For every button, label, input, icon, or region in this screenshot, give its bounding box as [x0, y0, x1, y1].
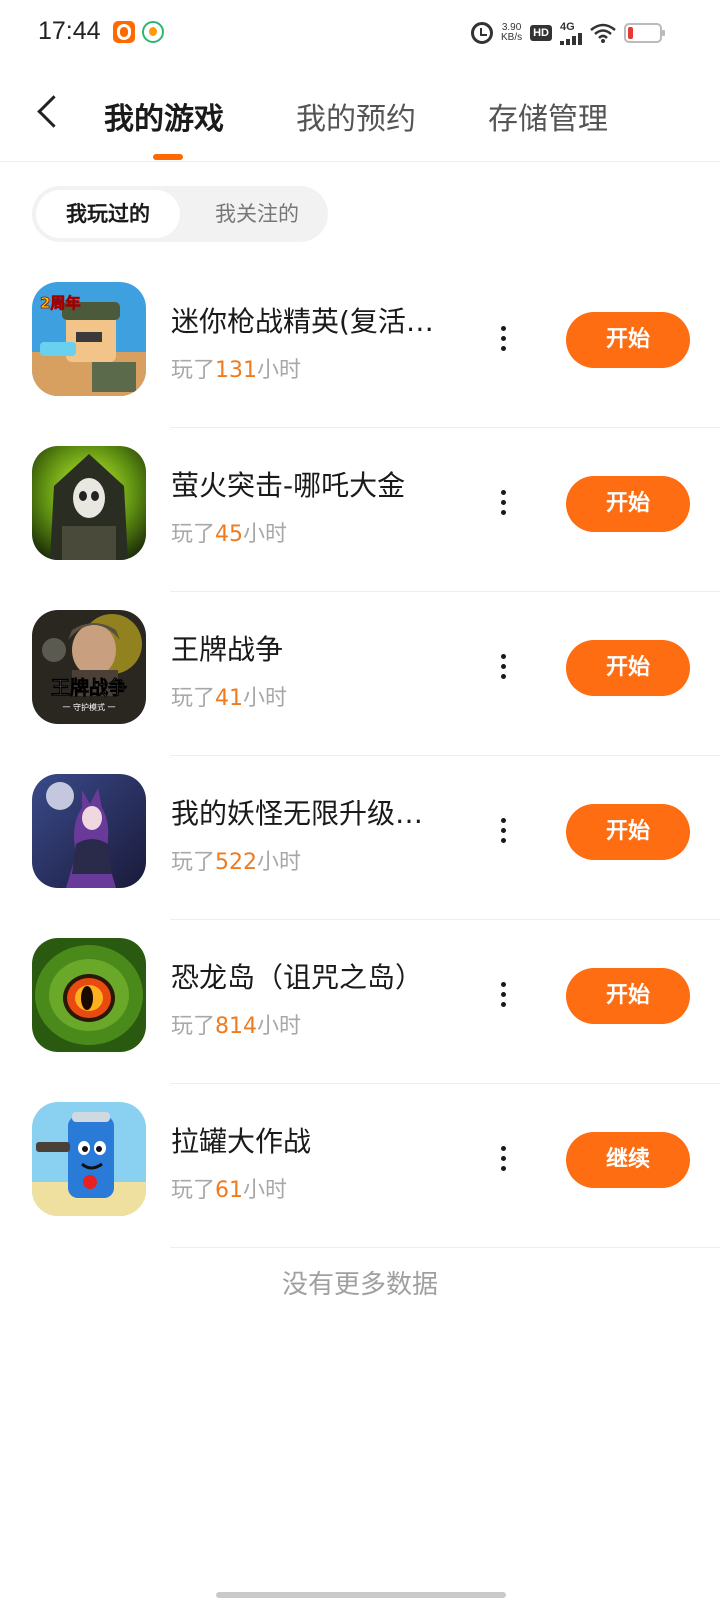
game-name: 迷你枪战精英(复活… — [171, 305, 434, 338]
game-icon-dino-island[interactable] — [32, 938, 146, 1052]
game-icon-mini-gunfight[interactable]: 2周年 — [32, 282, 146, 396]
icon-badge-text: 2周年 — [40, 294, 80, 312]
no-more-data-text: 没有更多数据 — [281, 1270, 438, 1300]
game-name: 王牌战争 — [171, 633, 284, 666]
more-options-icon[interactable] — [494, 324, 514, 354]
signal-icon: 4G — [560, 21, 582, 45]
start-button[interactable]: 开始 — [566, 968, 690, 1024]
battery-icon — [624, 23, 665, 43]
more-options-icon[interactable] — [494, 1144, 514, 1174]
status-icons: 3.90 KB/s HD 4G — [470, 20, 665, 46]
game-name: 恐龙岛（诅咒之岛） — [171, 961, 424, 994]
play-time: 玩了61小时 — [171, 1178, 288, 1203]
play-time: 玩了814小时 — [171, 1014, 302, 1039]
start-button[interactable]: 开始 — [566, 804, 690, 860]
play-time: 玩了131小时 — [171, 358, 302, 383]
more-options-icon[interactable] — [494, 816, 514, 846]
game-name: 拉罐大作战 — [171, 1125, 312, 1158]
start-button[interactable]: 开始 — [566, 476, 690, 532]
game-icon-ace-war[interactable]: 王牌战争 一 守护模式 一 — [32, 610, 146, 724]
list-item[interactable]: 我的妖怪无限升级… 玩了522小时 开始 — [0, 756, 720, 920]
game-list: 2周年 迷你枪战精英(复活… 玩了131小时 开始 萤火突击-哪吒大金 玩了45… — [0, 264, 720, 1248]
play-time: 玩了45小时 — [171, 522, 288, 547]
status-bar: 17:44 3.90 KB/s HD 4G — [0, 0, 720, 66]
wifi-icon — [590, 23, 616, 43]
more-options-icon[interactable] — [494, 652, 514, 682]
app-notification-icon-2 — [142, 21, 164, 43]
game-name: 萤火突击-哪吒大金 — [171, 469, 406, 502]
game-icon-can-battle[interactable] — [32, 1102, 146, 1216]
list-item[interactable]: 2周年 迷你枪战精英(复活… 玩了131小时 开始 — [0, 264, 720, 428]
back-button[interactable] — [28, 90, 68, 134]
start-button[interactable]: 开始 — [566, 640, 690, 696]
list-item[interactable]: 萤火突击-哪吒大金 玩了45小时 开始 — [0, 428, 720, 592]
alarm-icon — [470, 22, 493, 44]
list-item[interactable]: 恐龙岛（诅咒之岛） 玩了814小时 开始 — [0, 920, 720, 1084]
network-speed: 3.90 KB/s — [500, 22, 523, 43]
svg-text:一 守护模式 一: 一 守护模式 一 — [62, 702, 115, 712]
game-name: 我的妖怪无限升级… — [171, 797, 424, 830]
list-item[interactable]: 拉罐大作战 玩了61小时 继续 — [0, 1084, 720, 1248]
more-options-icon[interactable] — [494, 488, 514, 518]
more-options-icon[interactable] — [494, 980, 514, 1010]
status-time: 17:44 — [38, 17, 101, 45]
play-time: 玩了41小时 — [171, 686, 288, 711]
start-button[interactable]: 开始 — [566, 312, 690, 368]
svg-text:王牌战争: 王牌战争 — [51, 676, 127, 699]
segment-followed[interactable]: 我关注的 — [192, 190, 322, 238]
game-icon-firefly-assault[interactable] — [32, 446, 146, 560]
list-item[interactable]: 王牌战争 一 守护模式 一 王牌战争 玩了41小时 开始 — [0, 592, 720, 756]
home-indicator[interactable] — [216, 1592, 506, 1598]
hd-icon: HD — [530, 25, 552, 41]
tab-storage-management[interactable]: 存储管理 — [488, 94, 608, 138]
tab-my-games[interactable]: 我的游戏 — [104, 94, 224, 138]
app-notification-icon — [113, 21, 135, 43]
continue-button[interactable]: 继续 — [566, 1132, 690, 1188]
header-tabs: 我的游戏 我的预约 存储管理 — [0, 66, 720, 162]
play-time: 玩了522小时 — [171, 850, 302, 875]
segment-played[interactable]: 我玩过的 — [36, 190, 180, 238]
tab-my-reservations[interactable]: 我的预约 — [296, 94, 416, 138]
filter-segment: 我玩过的 我关注的 — [32, 186, 328, 242]
active-tab-indicator — [153, 154, 183, 160]
game-icon-monster-upgrade[interactable] — [32, 774, 146, 888]
